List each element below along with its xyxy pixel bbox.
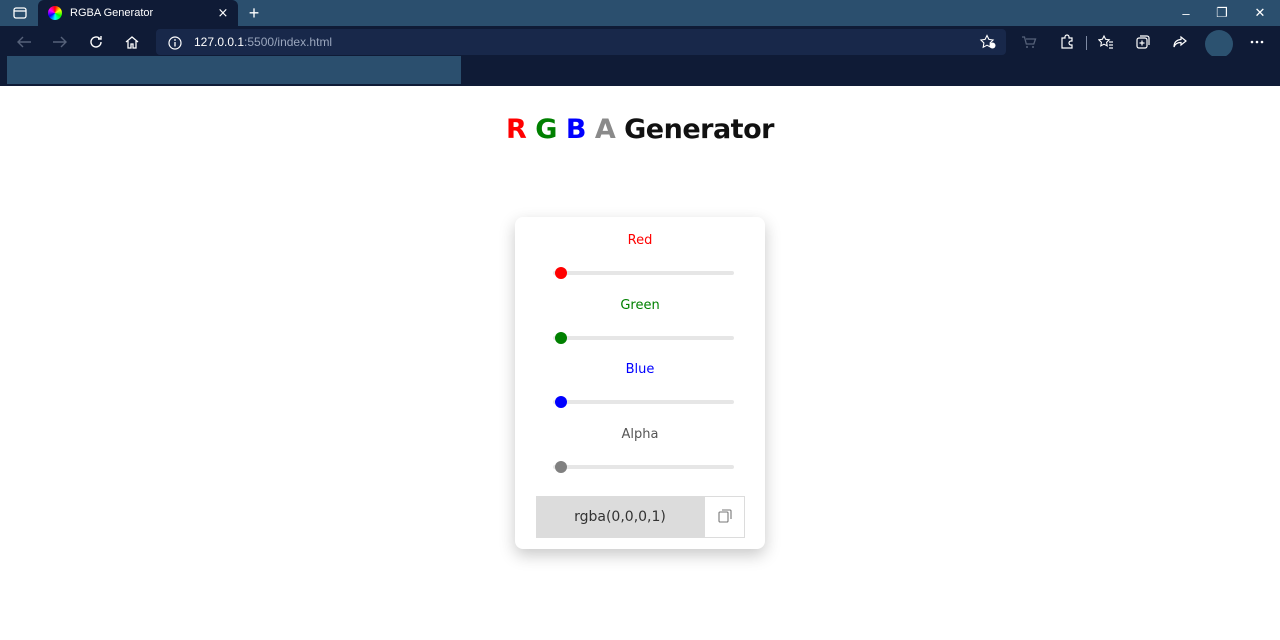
active-tab[interactable]: RGBA Generator × (38, 0, 238, 26)
copy-button[interactable] (704, 496, 745, 538)
refresh-icon[interactable] (82, 30, 110, 54)
collections-icon[interactable] (1129, 30, 1157, 54)
output-row: rgba(0,0,0,1) (536, 496, 745, 538)
title-letter-a: A (594, 114, 616, 145)
url-host: 127.0.0.1 (194, 35, 245, 49)
bookmarks-bar (0, 56, 1280, 86)
alpha-slider-thumb[interactable] (555, 461, 567, 473)
forward-icon[interactable] (46, 30, 74, 54)
color-wheel-icon (48, 6, 62, 20)
generator-card: Red Green Blue Alpha rgba(0,0,0,1) (515, 217, 765, 549)
toolbar-divider (1086, 36, 1087, 50)
profile-avatar[interactable] (1205, 30, 1233, 58)
title-letter-r: R (506, 114, 527, 145)
title-letter-b: B (565, 114, 587, 145)
extensions-icon[interactable] (1053, 30, 1081, 54)
new-tab-button[interactable]: + (242, 2, 266, 24)
browser-toolbar: 127.0.0.1:5500/index.html (0, 26, 1280, 58)
red-slider-thumb[interactable] (555, 267, 567, 279)
title-letter-g: G (535, 114, 557, 145)
url-text[interactable]: 127.0.0.1:5500/index.html (194, 35, 332, 49)
close-window-button[interactable]: ✕ (1242, 0, 1278, 26)
address-bar[interactable]: 127.0.0.1:5500/index.html (156, 29, 1006, 55)
rgba-output: rgba(0,0,0,1) (536, 496, 704, 538)
alpha-label: Alpha (621, 427, 659, 442)
share-icon[interactable] (1166, 30, 1194, 54)
restore-button[interactable]: ❐ (1204, 0, 1240, 26)
title-rest: Generator (624, 114, 774, 145)
add-favorite-icon[interactable] (978, 33, 998, 51)
back-icon[interactable] (10, 30, 38, 54)
minimize-button[interactable]: – (1168, 0, 1204, 26)
url-path: :5500/index.html (244, 35, 333, 49)
home-icon[interactable] (118, 30, 146, 54)
more-options-icon[interactable] (1243, 30, 1271, 54)
red-slider[interactable] (553, 267, 734, 279)
tab-title: RGBA Generator (70, 7, 154, 19)
tab-close-button[interactable]: × (212, 2, 234, 24)
red-label: Red (627, 233, 653, 248)
info-icon[interactable] (168, 35, 182, 50)
copy-icon (717, 508, 732, 527)
favorites-icon[interactable] (1092, 30, 1120, 54)
blue-slider[interactable] (553, 396, 734, 408)
shopping-icon[interactable] (1015, 30, 1043, 54)
blue-label: Blue (625, 362, 655, 377)
alpha-slider[interactable] (553, 461, 734, 473)
green-slider[interactable] (553, 332, 734, 344)
tab-actions-icon[interactable] (6, 4, 34, 22)
green-label: Green (620, 298, 660, 313)
green-slider-thumb[interactable] (555, 332, 567, 344)
bookmarks-area (7, 56, 461, 84)
tab-strip: RGBA Generator × + – ❐ ✕ (0, 0, 1280, 26)
blue-slider-thumb[interactable] (555, 396, 567, 408)
page-title: R G B A Generator (0, 114, 1280, 145)
